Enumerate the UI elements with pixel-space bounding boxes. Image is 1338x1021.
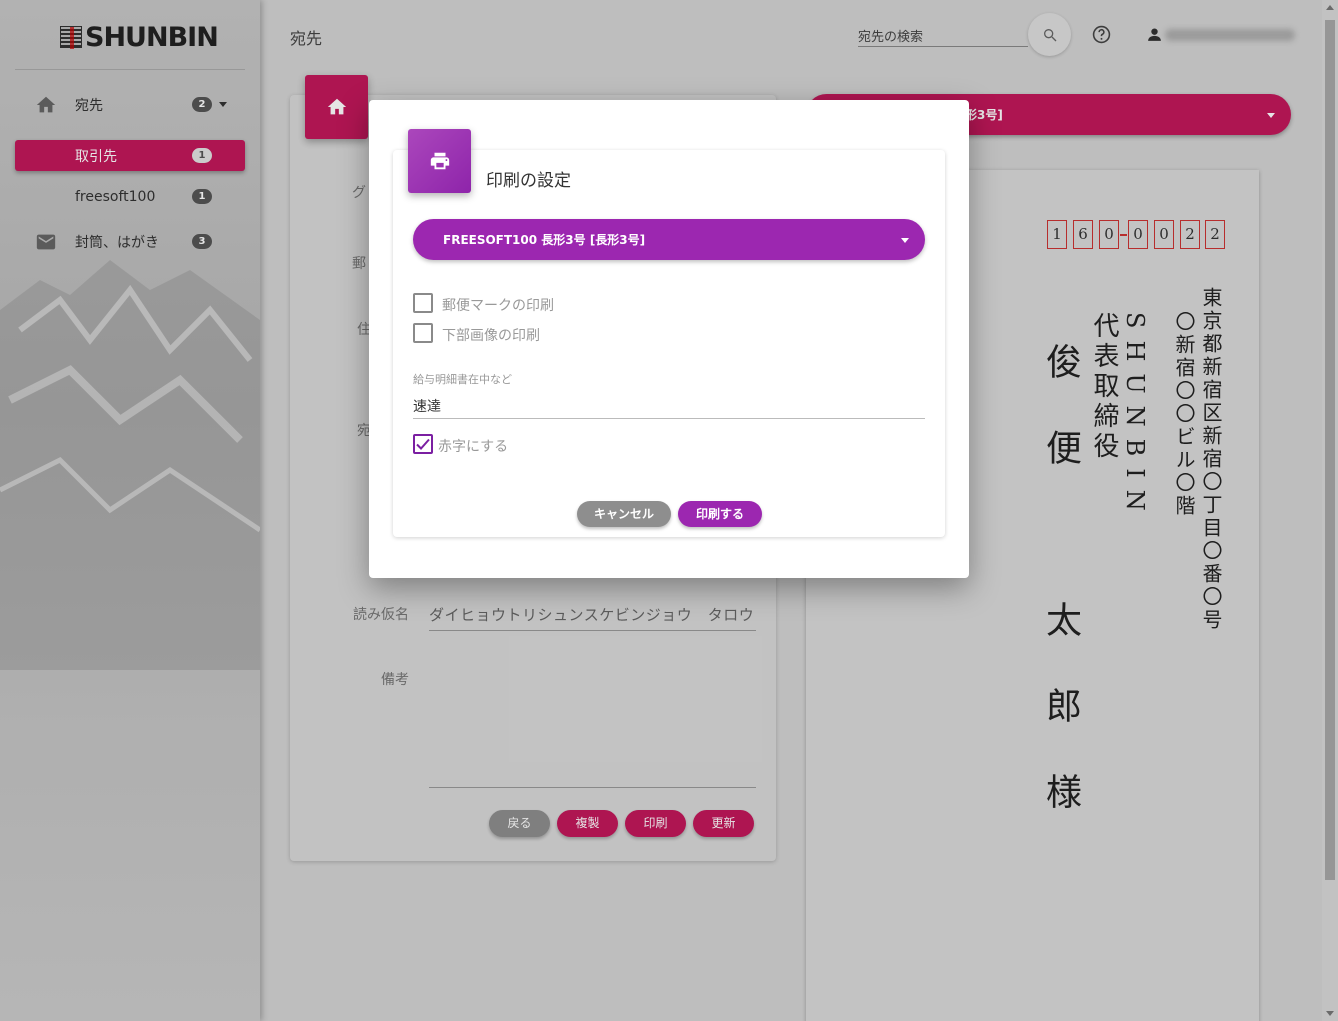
printer-icon bbox=[430, 152, 449, 170]
postal-mark-checkbox[interactable] bbox=[413, 293, 433, 313]
bottom-image-checkbox[interactable] bbox=[413, 323, 433, 343]
envelope-type-select[interactable]: FREESOFT100 長形3号 [長形3号] bbox=[413, 219, 925, 260]
note-input[interactable] bbox=[413, 393, 925, 419]
red-text-checkbox[interactable] bbox=[413, 434, 433, 454]
print-submit-button[interactable]: 印刷する bbox=[678, 501, 762, 527]
print-tile bbox=[408, 129, 471, 193]
bottom-image-label: 下部画像の印刷 bbox=[442, 328, 540, 344]
chevron-down-icon bbox=[901, 238, 909, 243]
postal-mark-label: 郵便マークの印刷 bbox=[442, 298, 554, 314]
envelope-type-value: FREESOFT100 長形3号 [長形3号] bbox=[443, 233, 646, 247]
cancel-button[interactable]: キャンセル bbox=[577, 501, 671, 527]
note-field-label: 給与明細書在中など bbox=[413, 373, 512, 386]
red-text-label: 赤字にする bbox=[438, 439, 509, 455]
dialog-title: 印刷の設定 bbox=[486, 171, 571, 191]
checkmark-icon bbox=[416, 438, 430, 450]
